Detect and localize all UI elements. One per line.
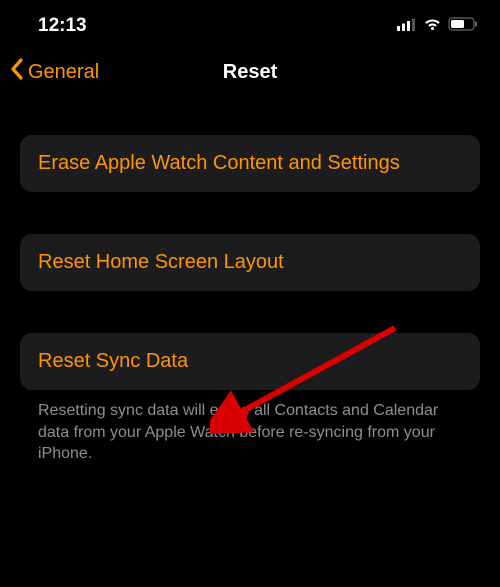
back-button[interactable]: General [10, 58, 99, 86]
status-bar: 12:13 [0, 0, 500, 45]
reset-home-layout-button[interactable]: Reset Home Screen Layout [20, 234, 480, 291]
status-time: 12:13 [38, 15, 87, 37]
back-label: General [28, 61, 99, 84]
reset-home-layout-label: Reset Home Screen Layout [38, 251, 284, 273]
chevron-left-icon [10, 58, 24, 86]
battery-icon [448, 15, 478, 37]
content: Erase Apple Watch Content and Settings R… [0, 95, 500, 465]
nav-bar: General Reset [0, 45, 500, 95]
erase-content-button[interactable]: Erase Apple Watch Content and Settings [20, 135, 480, 192]
reset-sync-data-label: Reset Sync Data [38, 350, 188, 372]
reset-sync-data-button[interactable]: Reset Sync Data [20, 333, 480, 390]
cellular-icon [397, 15, 417, 37]
erase-content-label: Erase Apple Watch Content and Settings [38, 152, 400, 174]
wifi-icon [423, 15, 442, 37]
footer-description: Resetting sync data will erase all Conta… [20, 400, 480, 465]
page-title: Reset [223, 61, 277, 84]
status-icons [397, 15, 478, 37]
